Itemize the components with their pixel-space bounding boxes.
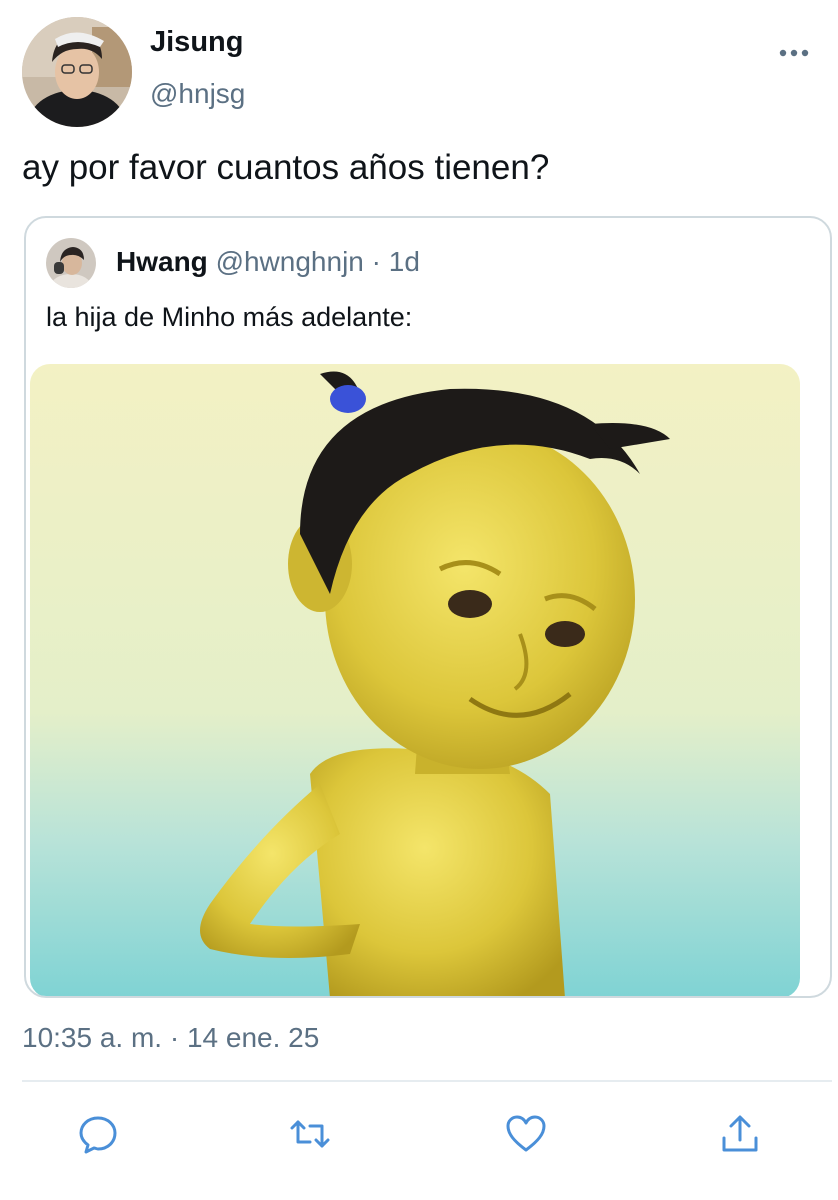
reply-button[interactable]	[76, 1112, 120, 1156]
quoted-author-avatar	[46, 238, 96, 288]
quoted-tweet-card[interactable]: Hwang @hwnghnjn · 1d la hija de Minho má…	[24, 216, 832, 998]
quoted-tweet-age: 1d	[388, 246, 420, 277]
retweet-icon	[288, 1112, 332, 1156]
share-icon	[718, 1112, 762, 1156]
tweet-text: ay por favor cuantos años tienen?	[22, 148, 550, 187]
quoted-author-name[interactable]: Hwang	[116, 246, 208, 277]
reply-icon	[76, 1112, 120, 1156]
tweet-timestamp[interactable]: 10:35 a. m. · 14 ene. 25	[22, 1022, 319, 1054]
tweet-detail: Jisung @hnjsg ay por favor cuantos años …	[0, 0, 838, 1200]
like-button[interactable]	[504, 1112, 548, 1156]
header-separator: ·	[371, 246, 381, 277]
author-handle[interactable]: @hnjsg	[150, 78, 245, 110]
quoted-tweet-header: Hwang @hwnghnjn · 1d	[116, 246, 420, 278]
quoted-author-handle[interactable]: @hwnghnjn	[216, 246, 364, 277]
quoted-tweet-image[interactable]	[30, 364, 800, 996]
more-options-icon[interactable]	[776, 38, 812, 68]
author-name[interactable]: Jisung	[150, 26, 243, 59]
like-icon	[504, 1112, 548, 1156]
share-button[interactable]	[718, 1112, 762, 1156]
actions-divider	[22, 1080, 832, 1082]
author-avatar[interactable]	[22, 17, 132, 127]
quoted-tweet-text: la hija de Minho más adelante:	[46, 302, 413, 332]
retweet-button[interactable]	[288, 1112, 332, 1156]
